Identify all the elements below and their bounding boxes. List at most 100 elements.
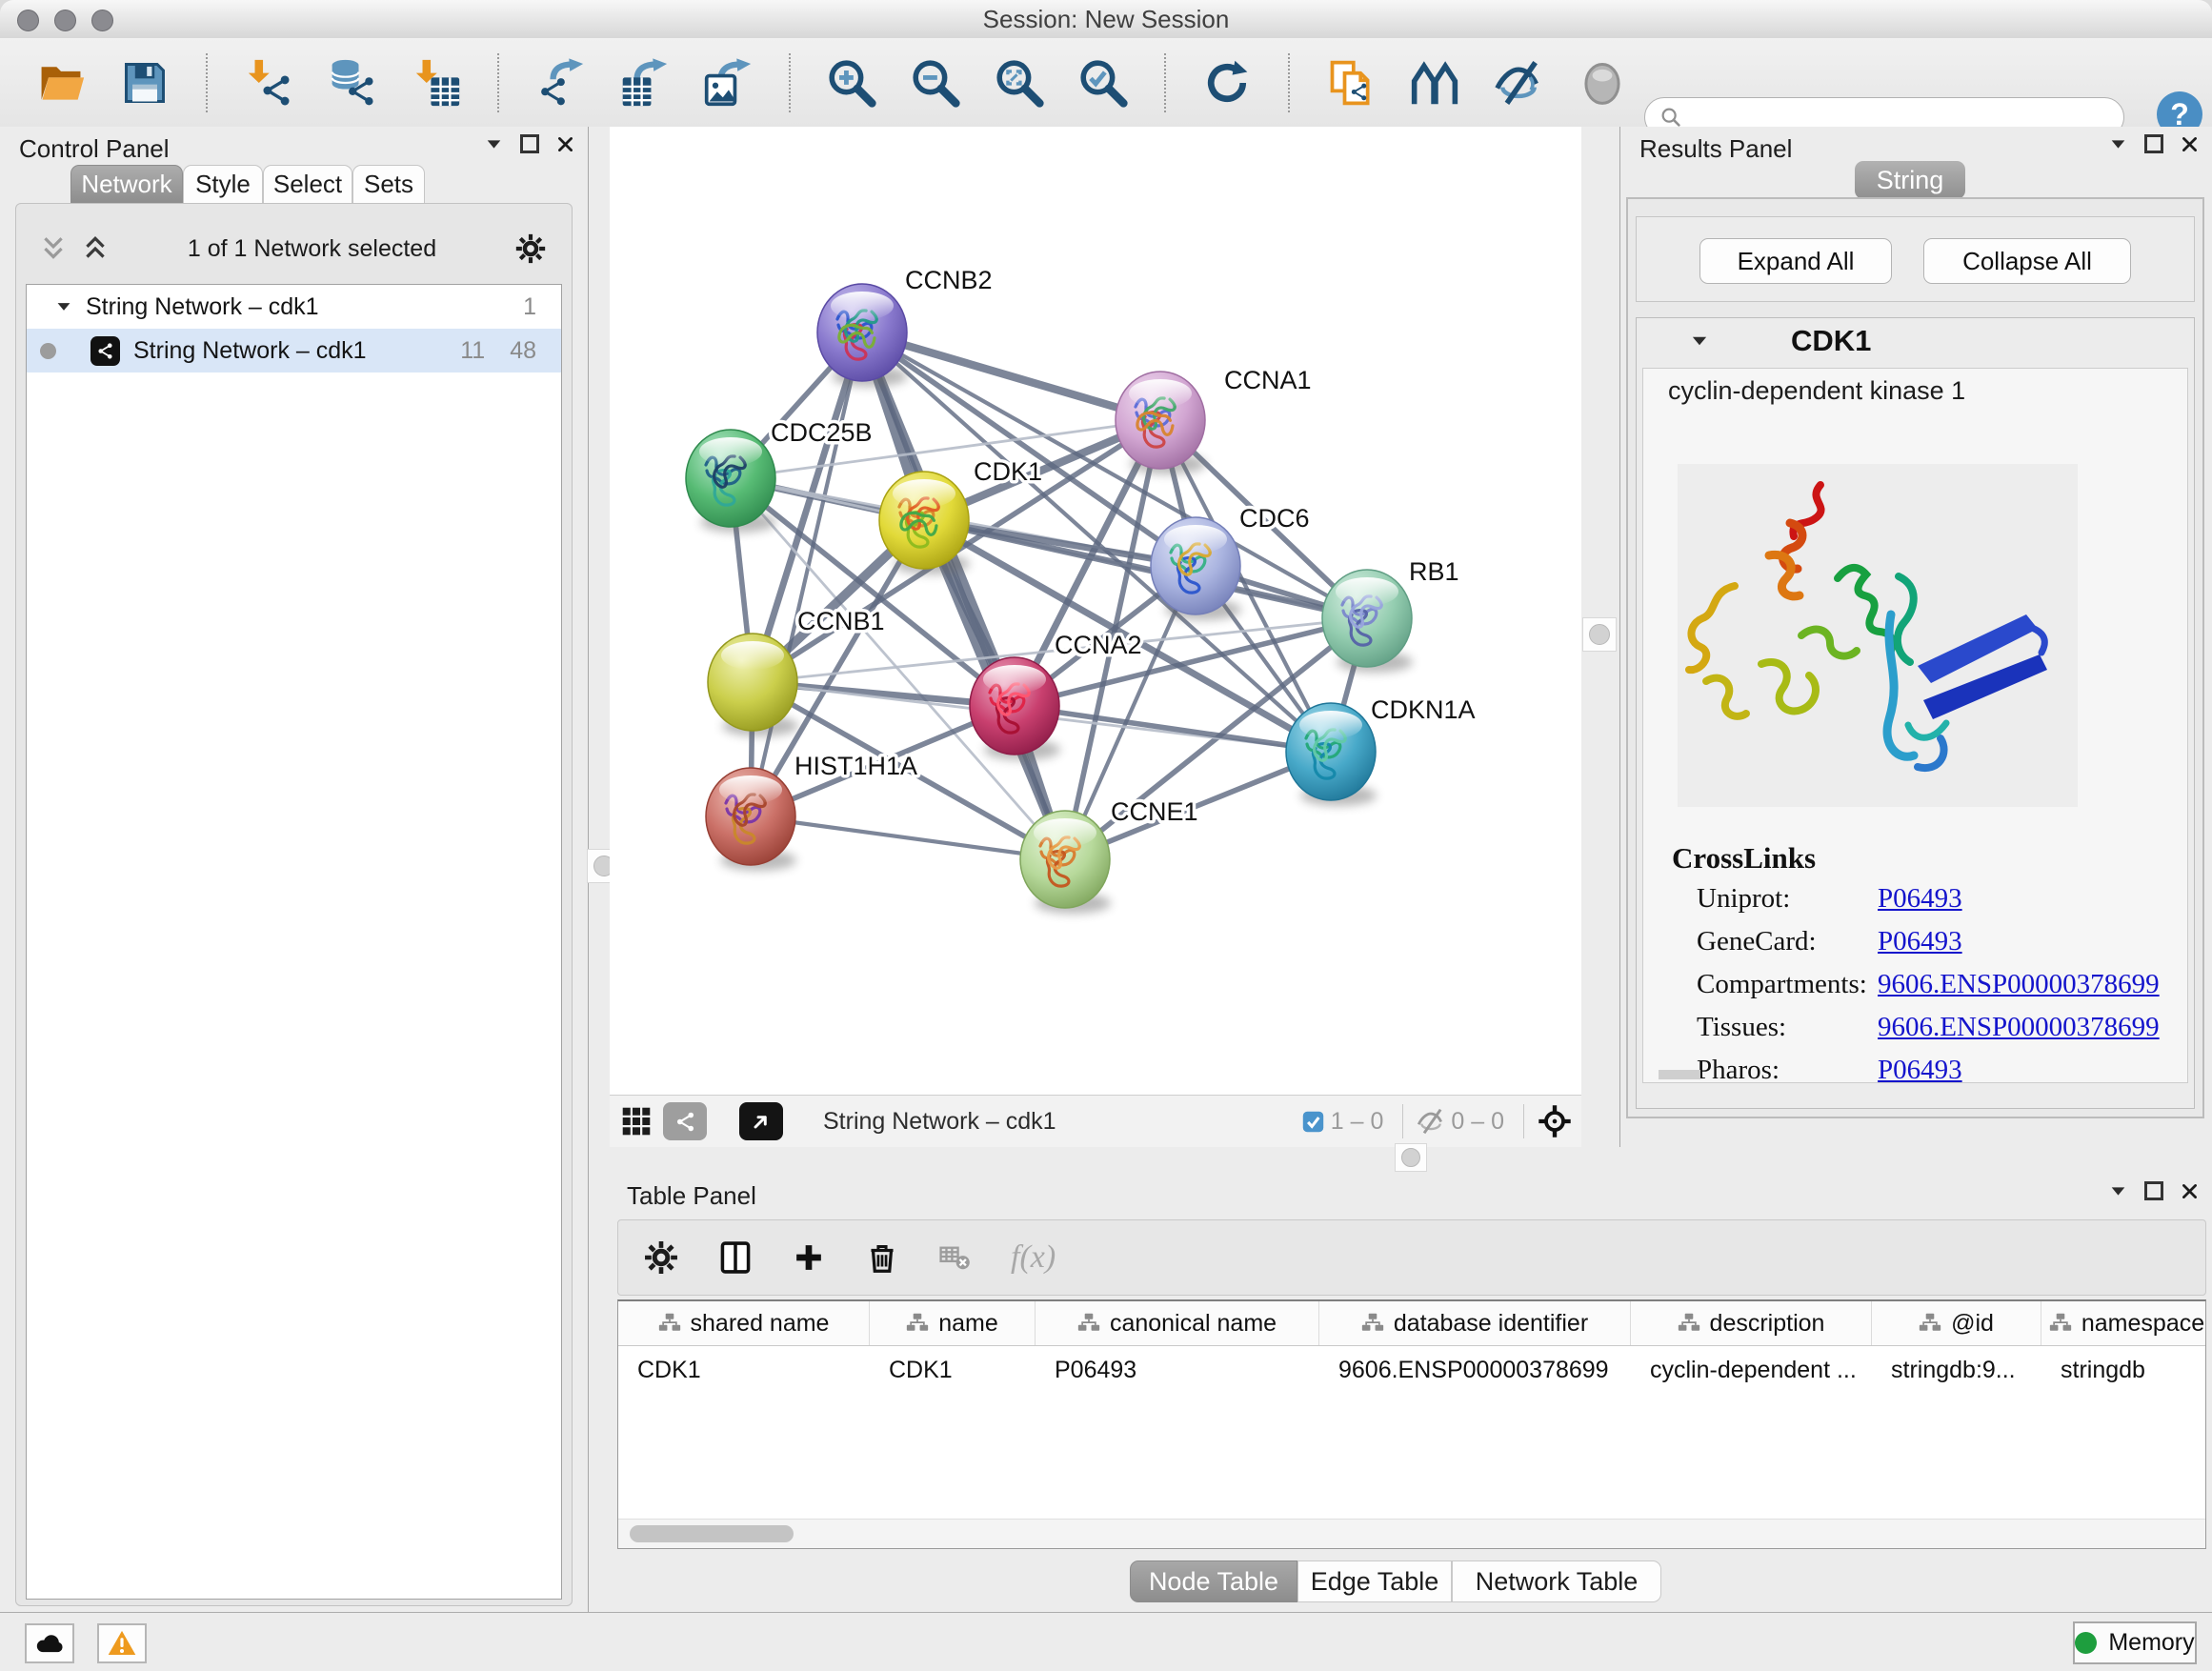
fit-selected-crosshair-icon[interactable] xyxy=(1538,1104,1572,1138)
network-edge[interactable] xyxy=(751,332,862,816)
memory-status-icon xyxy=(2075,1632,2097,1654)
export-table-button[interactable] xyxy=(617,56,671,110)
crosslink-link[interactable]: 9606.ENSP00000378699 xyxy=(1878,969,2160,1000)
panel-menu-icon[interactable] xyxy=(2109,1182,2127,1200)
memory-button[interactable]: Memory xyxy=(2073,1621,2197,1664)
selected-nodes-checkbox-icon[interactable] xyxy=(1301,1110,1325,1134)
panel-close-icon[interactable] xyxy=(2181,135,2199,153)
export-network-button[interactable] xyxy=(533,56,587,110)
export-image-button[interactable] xyxy=(701,56,754,110)
table-cell: P06493 xyxy=(1036,1346,1319,1394)
crosslink-link[interactable]: P06493 xyxy=(1878,926,1962,957)
window-title: Session: New Session xyxy=(0,5,2212,34)
table-hscroll-thumb[interactable] xyxy=(630,1525,794,1542)
network-canvas[interactable]: CCNB2CCNA1CDC25BCDK1CDC6RB1CCNB1CCNA2CDK… xyxy=(610,127,1581,1095)
column-header-@id[interactable]: @id xyxy=(1872,1301,2041,1345)
column-header-shared-name[interactable]: shared name xyxy=(618,1301,870,1345)
panel-float-icon[interactable] xyxy=(2144,134,2163,153)
panel-menu-icon[interactable] xyxy=(2109,135,2127,153)
bottom-split-handle[interactable] xyxy=(1395,1143,1427,1172)
import-network-file-button[interactable] xyxy=(242,56,295,110)
collection-expand-icon[interactable] xyxy=(55,298,72,315)
network-row[interactable]: String Network – cdk1 11 48 xyxy=(27,329,561,372)
network-node-CCNA2[interactable] xyxy=(970,657,1060,760)
tab-style[interactable]: Style xyxy=(183,165,263,203)
table-options-gear-icon[interactable] xyxy=(643,1239,679,1276)
section-collapse-icon[interactable] xyxy=(1690,332,1709,351)
table-cell: stringdb xyxy=(2041,1346,2206,1394)
network-node-HIST1H1A[interactable] xyxy=(706,768,796,871)
crosslink-link[interactable]: 9606.ENSP00000378699 xyxy=(1878,1012,2160,1043)
tab-sets[interactable]: Sets xyxy=(352,165,425,203)
collapse-all-networks-icon[interactable] xyxy=(39,234,68,263)
tab-network-table[interactable]: Network Table xyxy=(1452,1560,1661,1602)
cytoscape-window: Session: New Session ? Control Panel Net… xyxy=(0,0,2212,1671)
column-header-description[interactable]: description xyxy=(1631,1301,1872,1345)
panel-float-icon[interactable] xyxy=(2144,1181,2163,1200)
column-header-name[interactable]: name xyxy=(870,1301,1036,1345)
add-column-icon[interactable] xyxy=(792,1240,826,1275)
show-all-button[interactable] xyxy=(1576,56,1629,110)
toolbar-separator xyxy=(206,53,208,112)
network-node-CDK1[interactable] xyxy=(879,472,970,574)
node-label: RB1 xyxy=(1409,557,1459,586)
import-table-button[interactable] xyxy=(410,56,463,110)
zoom-selected-button[interactable] xyxy=(1076,56,1130,110)
tab-string[interactable]: String xyxy=(1855,161,1965,199)
gene-section-header[interactable]: CDK1 xyxy=(1637,318,2194,364)
column-header-canonical-name[interactable]: canonical name xyxy=(1036,1301,1319,1345)
node-label: CCNE1 xyxy=(1111,797,1198,826)
warnings-button[interactable] xyxy=(97,1623,147,1663)
tab-select[interactable]: Select xyxy=(263,165,352,203)
column-header-database-identifier[interactable]: database identifier xyxy=(1319,1301,1631,1345)
network-node-CCNB2[interactable] xyxy=(817,284,908,387)
tab-node-table[interactable]: Node Table xyxy=(1130,1560,1297,1602)
table-row[interactable]: CDK1CDK1P064939606.ENSP00000378699cyclin… xyxy=(618,1346,2205,1394)
crosslink-link[interactable]: P06493 xyxy=(1878,1055,1962,1083)
panel-menu-icon[interactable] xyxy=(485,135,503,153)
hidden-eye-icon[interactable] xyxy=(1417,1107,1445,1136)
show-columns-icon[interactable] xyxy=(717,1239,754,1276)
collapse-all-button[interactable]: Collapse All xyxy=(1923,238,2131,284)
right-split-handle[interactable] xyxy=(1582,617,1617,652)
hide-selected-button[interactable] xyxy=(1492,56,1545,110)
network-edge[interactable] xyxy=(1015,706,1331,752)
clone-network-button[interactable] xyxy=(1324,56,1377,110)
network-node-CDC25B[interactable] xyxy=(686,430,776,533)
panel-close-icon[interactable] xyxy=(2181,1182,2199,1200)
tab-network[interactable]: Network xyxy=(70,165,183,203)
expand-all-button[interactable]: Expand All xyxy=(1699,238,1892,284)
save-session-button[interactable] xyxy=(118,56,171,110)
network-collection-row[interactable]: String Network – cdk1 1 xyxy=(27,285,561,329)
network-options-gear-icon[interactable] xyxy=(514,232,547,265)
panel-float-icon[interactable] xyxy=(520,134,539,153)
zoom-in-button[interactable] xyxy=(825,56,878,110)
panel-close-icon[interactable] xyxy=(556,135,574,153)
birdseye-grid-icon[interactable] xyxy=(621,1106,652,1137)
delete-column-icon[interactable] xyxy=(864,1239,900,1276)
zoom-fit-button[interactable] xyxy=(993,56,1046,110)
column-header-namespace[interactable]: namespace xyxy=(2041,1301,2206,1345)
open-session-button[interactable] xyxy=(34,56,88,110)
network-node-CDKN1A[interactable] xyxy=(1286,703,1377,806)
network-node-CCNA1[interactable] xyxy=(1116,372,1206,474)
tab-edge-table[interactable]: Edge Table xyxy=(1297,1560,1452,1602)
network-node-RB1[interactable] xyxy=(1322,570,1413,673)
apply-layout-button[interactable] xyxy=(1200,56,1254,110)
detach-view-button[interactable] xyxy=(739,1102,783,1140)
gene-section: CDK1 cyclin-dependent kinase 1 xyxy=(1636,317,2195,1109)
cloud-status-button[interactable] xyxy=(25,1623,74,1663)
node-label: CDKN1A xyxy=(1371,695,1476,724)
crosslink-link[interactable]: P06493 xyxy=(1878,883,1962,915)
network-node-CCNE1[interactable] xyxy=(1020,811,1111,914)
network-share-button[interactable] xyxy=(663,1102,707,1140)
collection-label: String Network – cdk1 xyxy=(86,293,523,321)
results-scrollbar[interactable] xyxy=(1659,1070,1700,1079)
first-neighbors-button[interactable] xyxy=(1408,56,1461,110)
zoom-out-button[interactable] xyxy=(909,56,962,110)
table-hscrollbar[interactable] xyxy=(618,1519,2205,1548)
network-node-CCNB1[interactable] xyxy=(708,634,798,736)
expand-all-networks-icon[interactable] xyxy=(81,234,110,263)
import-network-database-button[interactable] xyxy=(326,56,379,110)
network-edge[interactable] xyxy=(751,816,1065,859)
